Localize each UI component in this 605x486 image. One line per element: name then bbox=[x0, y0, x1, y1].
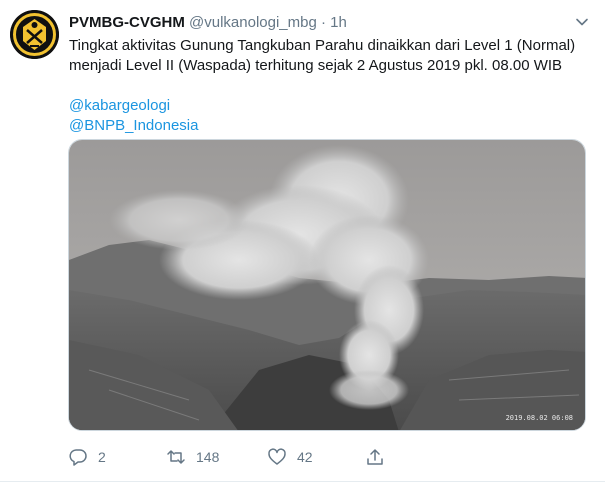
author-name[interactable]: PVMBG-CVGHM bbox=[69, 14, 185, 31]
like-count: 42 bbox=[297, 449, 313, 465]
retweet-count: 148 bbox=[196, 449, 220, 465]
chevron-down-icon[interactable] bbox=[574, 14, 590, 30]
tweet-photo[interactable]: 2019.08.02 06:08 bbox=[68, 139, 586, 431]
reply-count: 2 bbox=[98, 449, 106, 465]
tweet-text-line: Tingkat aktivitas Gunung Tangkuban Parah… bbox=[69, 37, 576, 54]
tweet-text: Tingkat aktivitas Gunung Tangkuban Parah… bbox=[69, 36, 589, 136]
volcano-crater-image bbox=[69, 140, 585, 430]
photo-timestamp: 2019.08.02 06:08 bbox=[505, 414, 573, 422]
tweet-time[interactable]: 1h bbox=[330, 14, 347, 31]
like-button[interactable]: 42 bbox=[267, 447, 313, 467]
reply-button[interactable]: 2 bbox=[68, 447, 106, 467]
divider bbox=[0, 481, 605, 482]
author-handle[interactable]: @vulkanologi_mbg bbox=[189, 14, 317, 31]
reply-icon bbox=[69, 449, 87, 466]
share-button[interactable] bbox=[365, 447, 395, 467]
tweet-card[interactable]: PVMBG-CVGHM @vulkanologi_mbg · 1h Tingka… bbox=[0, 0, 605, 486]
retweet-icon bbox=[167, 450, 185, 464]
mention-link[interactable]: @kabargeologi bbox=[69, 96, 589, 116]
retweet-button[interactable]: 148 bbox=[166, 447, 219, 467]
separator-dot: · bbox=[321, 14, 326, 31]
like-icon bbox=[268, 448, 286, 465]
avatar-emblem-icon bbox=[10, 10, 59, 59]
share-icon bbox=[367, 449, 383, 465]
tweet-header: PVMBG-CVGHM @vulkanologi_mbg · 1h bbox=[69, 14, 347, 31]
avatar[interactable] bbox=[10, 10, 59, 59]
mention-link[interactable]: @BNPB_Indonesia bbox=[69, 116, 589, 136]
tweet-actions: 2 148 42 bbox=[68, 447, 588, 469]
tweet-text-line: menjadi Level II (Waspada) terhitung sej… bbox=[69, 57, 563, 74]
